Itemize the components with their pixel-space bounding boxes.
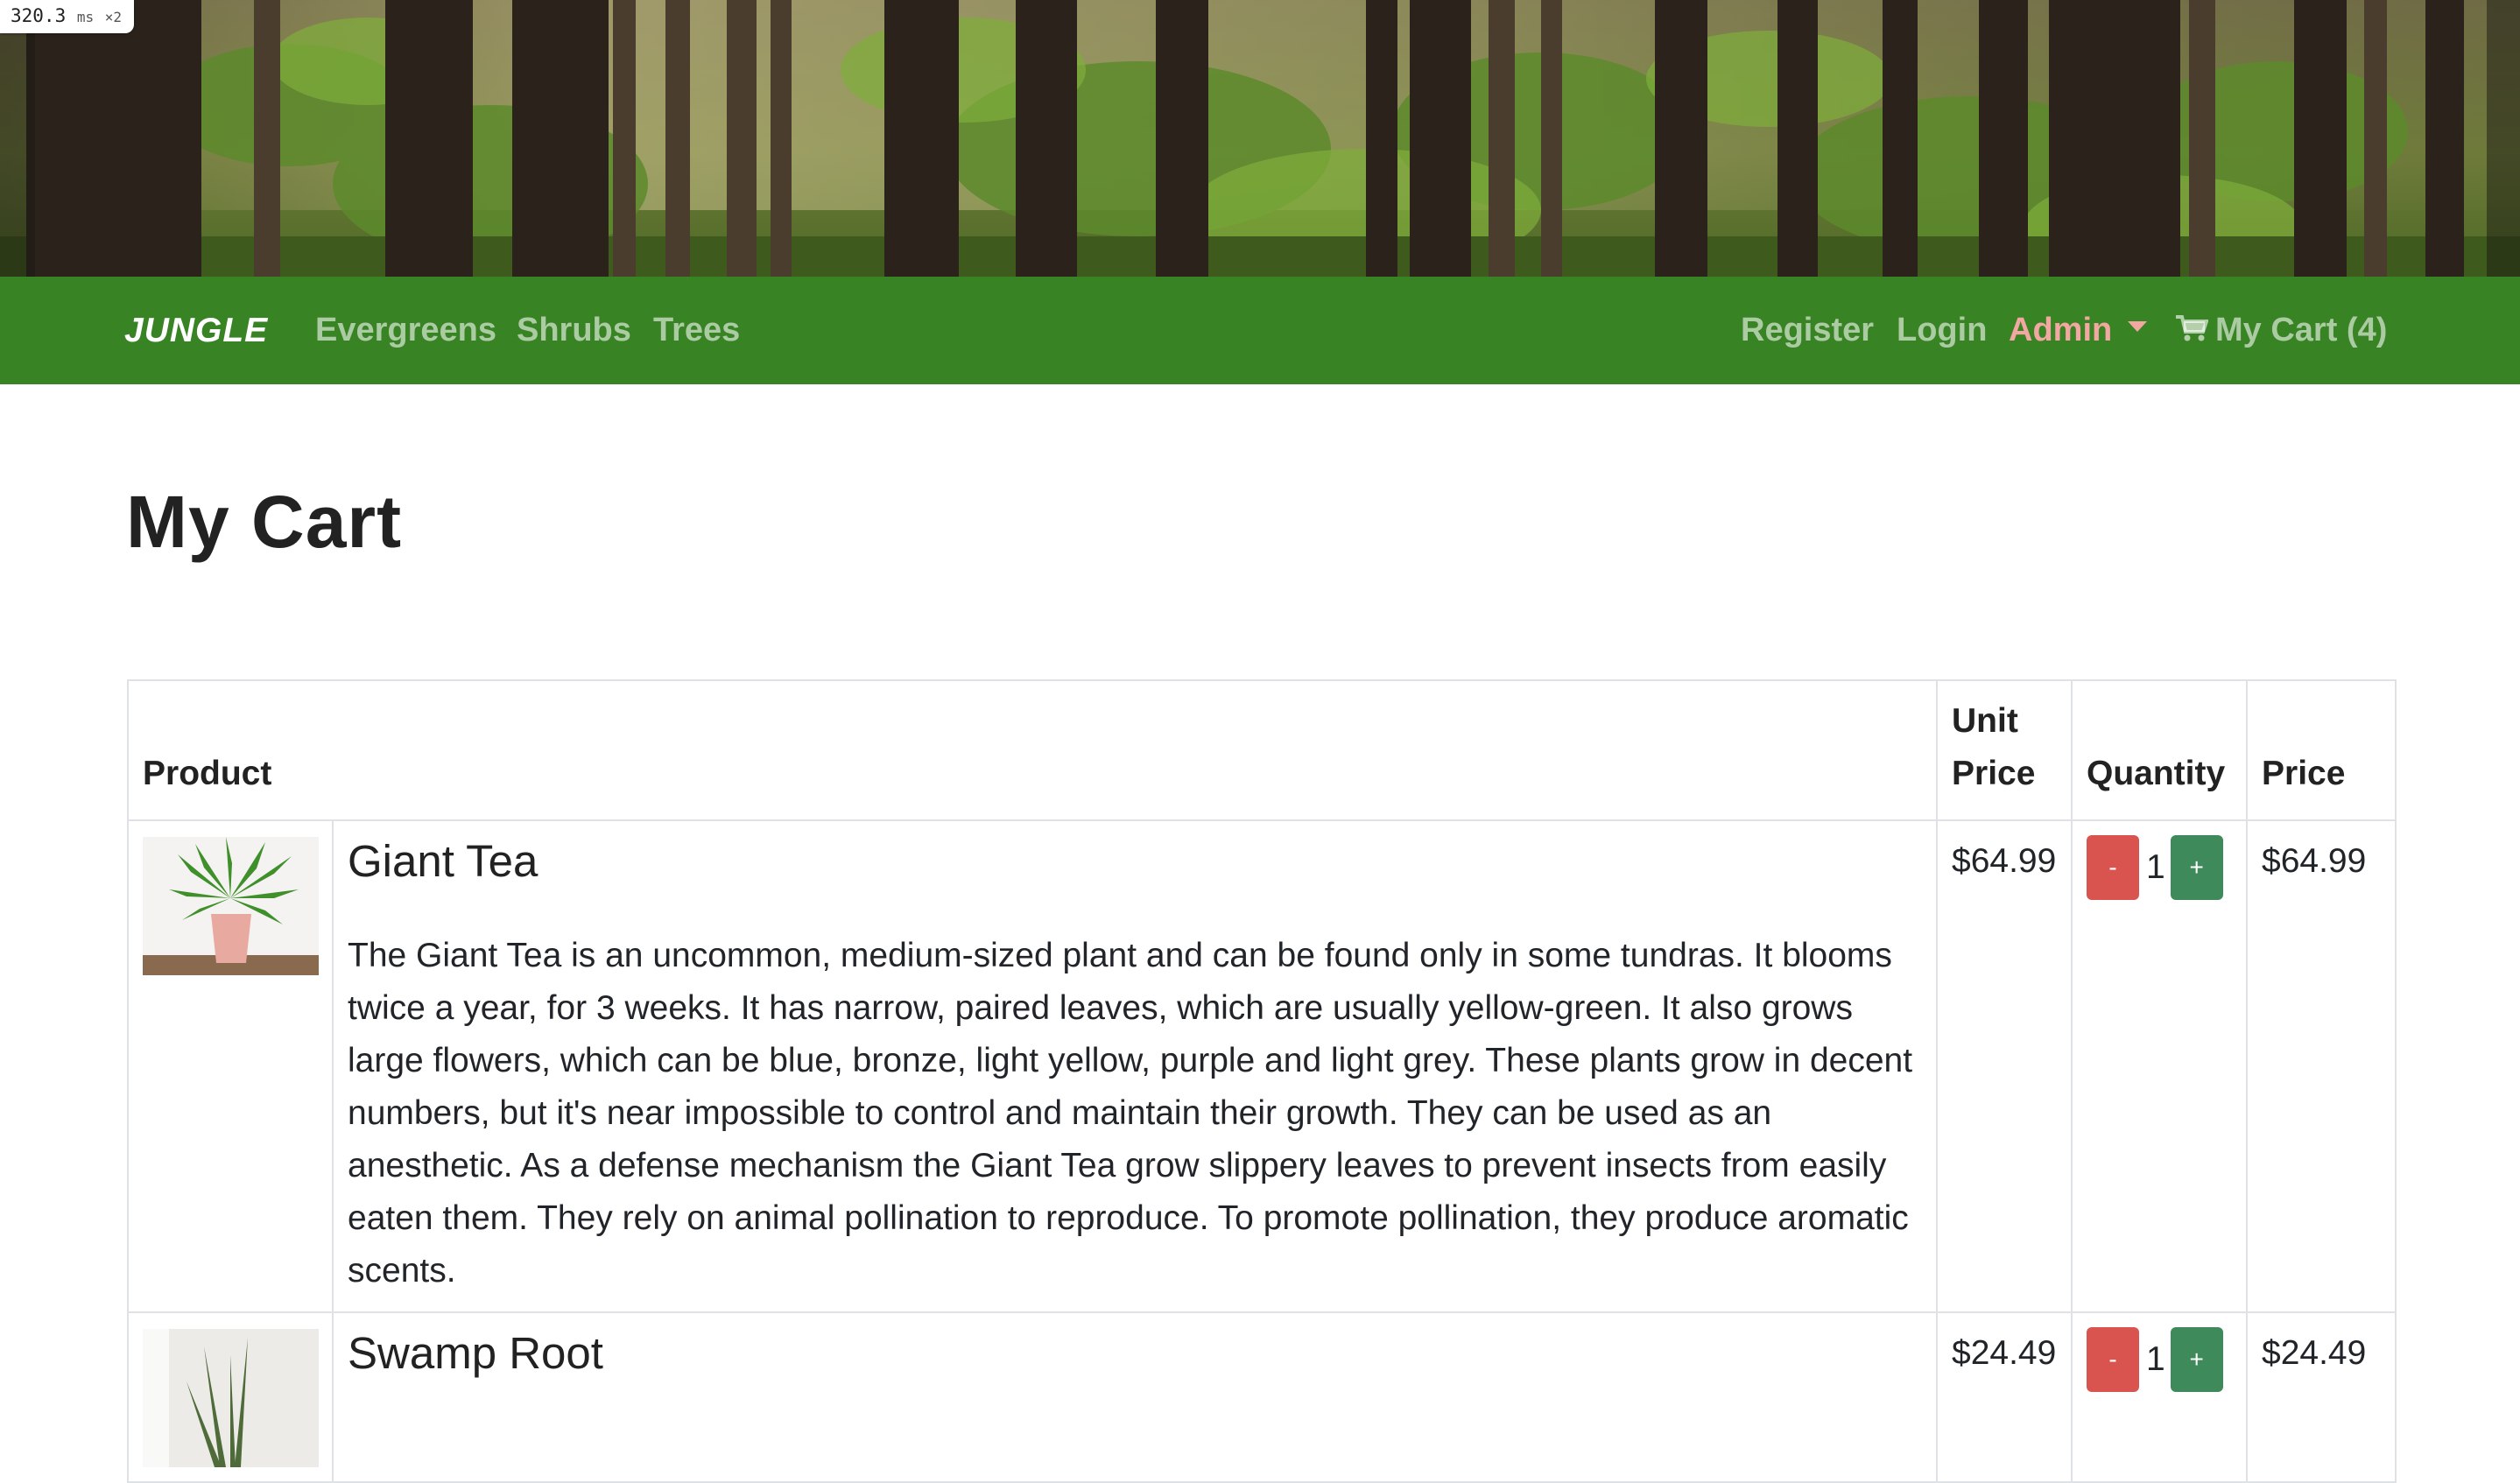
unit-price-cell: $24.49 [1936,1311,2073,1483]
increase-quantity-button[interactable]: + [2170,835,2223,900]
product-name: Swamp Root [348,1328,603,1378]
nav-link-my-cart[interactable]: My Cart (4) [2175,277,2387,384]
quantity-value: 1 [2146,848,2165,886]
product-details-cell: Giant Tea The Giant Tea is an uncommon, … [332,819,1938,1313]
unit-price-cell: $64.99 [1936,819,2073,1313]
price-cell: $64.99 [2246,819,2397,1313]
main-navbar: JUNGLE Evergreens Shrubs Trees Register … [0,277,2520,384]
caret-down-icon [2128,320,2148,332]
product-image [143,1329,319,1467]
quantity-stepper: -1 + [2087,1327,2223,1392]
product-image-cell [127,1311,334,1483]
nav-link-trees[interactable]: Trees [653,277,740,384]
brand-logo[interactable]: JUNGLE [124,277,268,384]
product-description: The Giant Tea is an uncommon, medium-siz… [348,937,1913,1290]
quantity-value: 1 [2146,1340,2165,1378]
nav-link-shrubs[interactable]: Shrubs [517,277,631,384]
nav-admin-label: Admin [2009,312,2113,348]
table-row: Giant Tea The Giant Tea is an uncommon, … [127,819,2397,1313]
header-quantity: Quantity [2071,679,2248,821]
nav-link-register[interactable]: Register [1741,277,1874,384]
cart-table: Product Unit Price Quantity Price Giant … [127,679,2397,1483]
nav-cart-label: My Cart (4) [2215,312,2388,348]
perf-unit: ms [76,9,95,25]
product-details-cell: Swamp Root [332,1311,1938,1483]
header-unit-price: Unit Price [1936,679,2073,821]
unit-price: $24.49 [1952,1334,2057,1372]
table-header-row: Product Unit Price Quantity Price [127,679,2397,821]
unit-price: $64.99 [1952,842,2057,880]
quantity-stepper: -1 + [2087,835,2223,900]
nav-link-evergreens[interactable]: Evergreens [315,277,496,384]
line-price: $24.49 [2262,1334,2367,1372]
product-image-cell [127,819,334,1313]
perf-badge: 320.3 ms ×2 [0,0,135,33]
nav-admin-dropdown[interactable]: Admin [2009,277,2148,384]
cart-icon [2176,314,2208,341]
table-row: Swamp Root $24.49 -1 + $24.49 [127,1311,2397,1483]
increase-quantity-button[interactable]: + [2170,1327,2223,1392]
decrease-quantity-button[interactable]: - [2087,1327,2139,1392]
header-price: Price [2246,679,2397,821]
decrease-quantity-button[interactable]: - [2087,835,2139,900]
perf-value: 320.3 [11,5,67,26]
quantity-cell: -1 + [2071,819,2248,1313]
page-title: My Cart [126,481,403,563]
perf-multiplier: ×2 [104,9,123,25]
line-price: $64.99 [2262,842,2367,880]
product-name: Giant Tea [348,836,538,886]
product-image [143,837,319,975]
hero-banner [0,0,2520,277]
price-cell: $24.49 [2246,1311,2397,1483]
forest-image [0,0,2520,277]
header-product: Product [127,679,1938,821]
nav-link-login[interactable]: Login [1897,277,1987,384]
quantity-cell: -1 + [2071,1311,2248,1483]
